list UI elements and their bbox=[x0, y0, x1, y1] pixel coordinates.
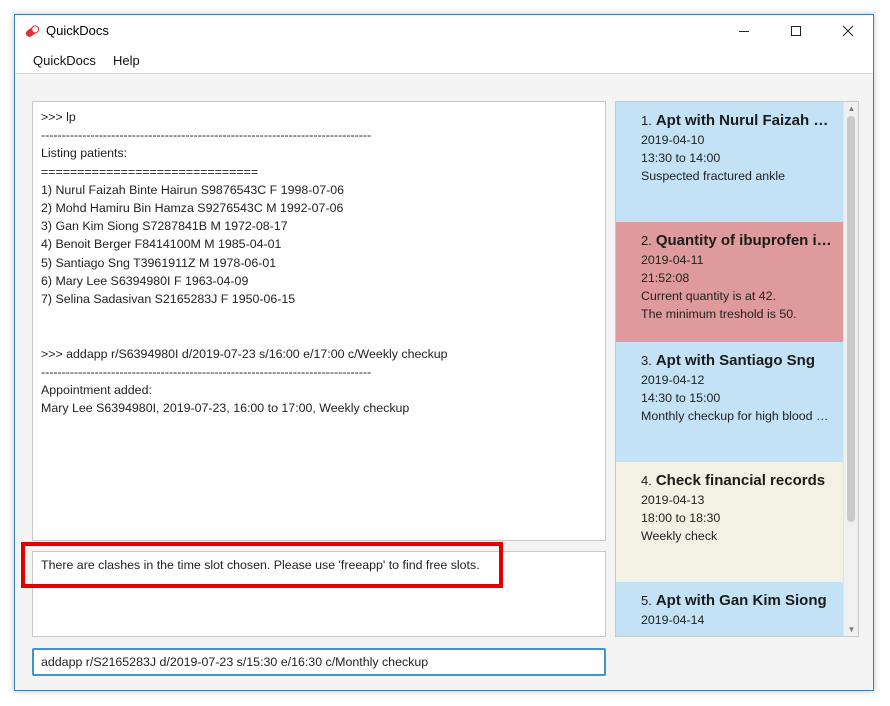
console-line: 1) Nurul Faizah Binte Hairun S9876543C F… bbox=[41, 182, 345, 197]
maximize-icon bbox=[791, 26, 801, 36]
console-line: 5) Santiago Sng T3961911Z M 1978-06-01 bbox=[41, 255, 277, 270]
reminder-date: 2019-04-11 bbox=[641, 253, 704, 267]
reminder-card[interactable]: 5. Apt with Gan Kim Siong 2019-04-14 bbox=[616, 582, 843, 636]
reminder-time: 21:52:08 bbox=[641, 271, 690, 285]
console-line: ============================== bbox=[41, 164, 259, 179]
console-line: Mary Lee S6394980I, 2019-07-23, 16:00 to… bbox=[41, 401, 410, 416]
minimize-button[interactable] bbox=[721, 15, 767, 47]
pill-icon bbox=[25, 25, 40, 37]
reminder-comment: Suspected fractured ankle bbox=[641, 169, 785, 183]
console-line: >>> lp bbox=[41, 110, 76, 124]
maximize-button[interactable] bbox=[773, 15, 819, 47]
reminder-title-text: Quantity of ibuprofen is low bbox=[655, 232, 833, 249]
console-line: ----------------------------------------… bbox=[41, 128, 372, 143]
main-content: >>> lp ----------------------------------… bbox=[15, 74, 873, 690]
reminder-list[interactable]: 1.Apt with Nurul Faizah Binte Hairun 2019… bbox=[615, 101, 859, 637]
console-line: 3) Gan Kim Siong S7287841B M 1972-08-17 bbox=[41, 219, 288, 234]
reminder-title-text: Apt with Gan Kim Siong bbox=[655, 592, 827, 609]
error-highlight-box bbox=[21, 542, 503, 588]
reminder-card[interactable]: 4. Check financial records 2019-04-13 18:00… bbox=[616, 462, 843, 582]
reminder-time: 14:30 to 15:00 bbox=[641, 391, 721, 405]
console-line: 6) Mary Lee S6394980I F 1963-04-09 bbox=[41, 273, 249, 288]
minimize-icon bbox=[739, 31, 749, 32]
window-title: QuickDocs bbox=[46, 23, 109, 38]
reminder-index: 3. bbox=[641, 353, 652, 368]
reminder-date: 2019-04-14 bbox=[641, 613, 705, 627]
reminder-scrollbar[interactable]: ▲ ▼ bbox=[843, 102, 858, 636]
close-icon bbox=[842, 25, 854, 37]
console-line: 4) Benoit Berger F8414100M M 1985-04-01 bbox=[41, 237, 282, 252]
reminder-time: 18:00 to 18:30 bbox=[641, 511, 721, 525]
reminder-title: 4. Check financial records bbox=[641, 472, 833, 489]
reminder-title: 5. Apt with Gan Kim Siong bbox=[641, 592, 833, 609]
reminder-title: 1.Apt with Nurul Faizah Binte Hairun bbox=[641, 112, 833, 129]
reminder-title-text: Apt with Santiago Sng bbox=[655, 352, 815, 369]
reminder-comment: Monthly checkup for high blood pressure bbox=[641, 409, 833, 423]
app-window: QuickDocs QuickDocs Help >>> lp ---------… bbox=[14, 14, 874, 691]
console-text: >>> lp ----------------------------------… bbox=[41, 108, 599, 417]
reminder-index: 5. bbox=[641, 593, 652, 608]
reminder-title-text: Apt with Nurul Faizah Binte Hairun bbox=[655, 112, 833, 129]
reminder-title: 3. Apt with Santiago Sng bbox=[641, 352, 833, 369]
command-input[interactable] bbox=[32, 648, 606, 676]
console-line: 7) Selina Sadasivan S2165283J F 1950-06-… bbox=[41, 292, 296, 307]
console-line: >>> addapp r/S6394980I d/2019-07-23 s/16… bbox=[41, 346, 448, 361]
menu-help[interactable]: Help bbox=[113, 53, 140, 68]
console-line: Listing patients: bbox=[41, 146, 128, 161]
reminder-comment: Current quantity is at 42. bbox=[641, 289, 776, 303]
scroll-up-icon[interactable]: ▲ bbox=[846, 103, 857, 114]
reminder-index: 2. bbox=[641, 233, 652, 248]
reminder-date: 2019-04-10 bbox=[641, 133, 705, 147]
scroll-thumb[interactable] bbox=[847, 116, 855, 522]
console-output[interactable]: >>> lp ----------------------------------… bbox=[32, 101, 606, 541]
reminder-comment: Weekly check bbox=[641, 529, 718, 543]
reminder-index: 1. bbox=[641, 113, 652, 128]
reminder-title: 2.Quantity of ibuprofen is low bbox=[641, 232, 833, 249]
reminder-index: 4. bbox=[641, 473, 652, 488]
reminder-card[interactable]: 3. Apt with Santiago Sng 2019-04-12 14:30 t… bbox=[616, 342, 843, 462]
close-button[interactable] bbox=[825, 15, 871, 47]
console-line: 2) Mohd Hamiru Bin Hamza S9276543C M 199… bbox=[41, 201, 344, 216]
reminder-date: 2019-04-13 bbox=[641, 493, 705, 507]
reminder-time: 13:30 to 14:00 bbox=[641, 151, 721, 165]
console-line: Appointment added: bbox=[41, 383, 152, 398]
title-bar[interactable]: QuickDocs bbox=[15, 15, 873, 47]
reminder-card[interactable]: 2.Quantity of ibuprofen is low 2019-04-11… bbox=[616, 222, 843, 342]
reminder-comment2: The minimum treshold is 50. bbox=[641, 307, 797, 321]
reminder-card[interactable]: 1.Apt with Nurul Faizah Binte Hairun 2019… bbox=[616, 102, 843, 222]
scroll-down-icon[interactable]: ▼ bbox=[846, 624, 857, 635]
menu-bar: QuickDocs Help bbox=[15, 47, 873, 74]
menu-quickdocs[interactable]: QuickDocs bbox=[33, 53, 96, 68]
reminder-title-text: Check financial records bbox=[655, 472, 826, 489]
reminder-date: 2019-04-12 bbox=[641, 373, 705, 387]
console-line: ----------------------------------------… bbox=[41, 364, 372, 379]
